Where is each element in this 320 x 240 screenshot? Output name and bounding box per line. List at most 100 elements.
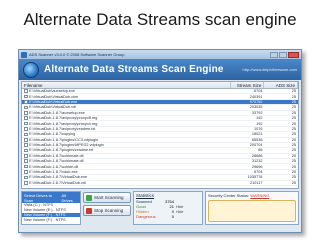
row-checkbox[interactable]: [24, 137, 28, 142]
stat-dangerous: Dangerous 0: [136, 214, 200, 219]
row-checkbox[interactable]: [24, 110, 28, 115]
row-checkbox[interactable]: [24, 143, 28, 147]
row-ads-size: 25: [291, 143, 296, 148]
row-filename-text: E:\VirtualDub-1.8.7\vdub.exe: [29, 170, 78, 175]
stat-dangerous-value: 0: [171, 214, 174, 219]
stop-icon: [86, 207, 92, 214]
col-stream-size[interactable]: Stream Size: [231, 82, 265, 88]
security-header: Security Center Status: WARNING: [208, 193, 296, 198]
row-checkbox[interactable]: [24, 175, 28, 180]
row-checkbox[interactable]: [24, 159, 28, 164]
stop-scanning-button[interactable]: Stop Scanning: [83, 205, 131, 216]
row-filename: E:\VirtualDub-1.8.7\aviproxy\readme.txt: [22, 127, 231, 131]
row-filename: E:\VirtualDub-1.8.7\aviproxy\proxyoff.re…: [22, 116, 231, 120]
statistics-panel: Statistics Scanned 3764 Good 21 Hide Hid…: [133, 191, 203, 225]
start-scanning-label: Start Scanning: [94, 195, 124, 200]
row-filename: E:\VirtualDub-1.8.7\uchkmate.dll: [22, 154, 231, 158]
row-checkbox[interactable]: [24, 94, 28, 99]
row-ads-size: 25: [291, 89, 296, 94]
row-checkbox[interactable]: [24, 105, 28, 110]
row-stream-size: 86: [258, 148, 263, 153]
row-filename: E:\VirtualDub\auxsetup.exe: [22, 89, 231, 93]
row-filename-text: E:\VirtualDub-1.8.7\uchkmate.dll: [29, 159, 84, 164]
table-row[interactable]: E:\VirtualDub-1.8.7\VirtualDub.vdi 210117…: [22, 180, 298, 187]
row-stream-size: 28686: [251, 153, 263, 158]
row-stream-size: 192: [256, 116, 263, 121]
row-checkbox[interactable]: [24, 132, 28, 137]
play-icon: [86, 194, 92, 201]
all-drives-link[interactable]: All Drives: [61, 193, 78, 203]
stop-scanning-label: Stop Scanning: [94, 208, 124, 213]
title-bar: ADS Scanner v3.0.0 © 2008 Software Scann…: [19, 50, 301, 59]
row-stream-size: 1035776: [247, 175, 263, 180]
statistics-header: Statistics: [136, 193, 155, 198]
row-ads-size: 25: [291, 153, 296, 158]
row-filename: E:\VirtualDub\VirtualDub.chm: [22, 95, 231, 99]
row-filename-text: E:\VirtualDub-1.8.7\aviproxy\readme.txt: [29, 126, 96, 131]
row-ads-size: 25: [291, 132, 296, 137]
row-checkbox[interactable]: [24, 100, 28, 104]
row-ads-size: 25: [291, 137, 296, 142]
row-filename-text: E:\VirtualDub\VirtualDub.vdi: [29, 105, 77, 110]
row-ads-size: 25: [291, 99, 296, 104]
start-scanning-button[interactable]: Start Scanning: [83, 192, 131, 203]
row-checkbox[interactable]: [24, 154, 28, 158]
row-filename: E:\VirtualDub-1.8.7\plugins\CC3.vdplugin: [22, 138, 231, 142]
stat-hidden-hide[interactable]: Hide: [176, 210, 183, 214]
col-ads-size[interactable]: ADS Size: [264, 82, 298, 88]
minimize-button[interactable]: [270, 51, 278, 58]
row-ads-size: 25: [291, 159, 296, 164]
security-info-box: [208, 200, 296, 222]
row-checkbox[interactable]: [24, 181, 28, 185]
results-table[interactable]: Filename Stream Size ADS Size E:\Virtual…: [21, 81, 299, 189]
row-filename-text: E:\VirtualDub-1.8.7\plugins\MPEG2.vdplug…: [29, 143, 104, 148]
row-filename-text: E:\VirtualDub\VirtualDub.chm: [29, 94, 79, 99]
row-ads-size: 25: [291, 116, 296, 121]
banner-title: Alternate Data Streams Scan Engine: [44, 64, 224, 75]
stat-good-hide[interactable]: Hide: [176, 205, 183, 209]
drive-item[interactable]: New Volume (F:) - NTFS: [22, 217, 80, 222]
row-filename-text: E:\VirtualDub-1.8.7\plugins\CC3.vdplugin: [29, 137, 99, 142]
maximize-button[interactable]: [279, 51, 287, 58]
slide-title: Alternate Data Streams scan engine: [23, 10, 297, 29]
row-filename: E:\VirtualDub-1.8.7\aviproxy\proxyon.reg: [22, 122, 231, 126]
row-checkbox[interactable]: [24, 121, 28, 126]
banner-url[interactable]: http://www.delphifreeware.com: [243, 67, 297, 72]
row-stream-size: 6704: [253, 170, 263, 175]
row-filename-text: E:\VirtualDub-1.8.7\uchktrl.dll: [29, 164, 79, 169]
row-filename: E:\VirtualDub-1.8.7\vdub.exe: [22, 170, 231, 174]
row-checkbox[interactable]: [24, 164, 28, 169]
row-ads-size: 25: [291, 126, 296, 131]
row-filename: E:\VirtualDub-1.8.7\VirtualDub.vdi: [22, 181, 231, 185]
app-window: ADS Scanner v3.0.0 © 2008 Software Scann…: [18, 49, 302, 233]
row-checkbox[interactable]: [24, 148, 28, 153]
row-filename-text: E:\VirtualDub-1.8.7\aviproxy\proxyon.reg: [29, 121, 98, 126]
row-filename: E:\VirtualDub-1.8.7\auxsetup.exe: [22, 111, 231, 115]
row-filename-text: E:\VirtualDub-1.8.7\copying: [29, 132, 76, 137]
bottom-panel: Select Drives to Scan All Drives Vista (…: [21, 191, 299, 225]
security-status-link[interactable]: WARNING: [250, 193, 269, 198]
col-filename[interactable]: Filename: [22, 82, 231, 88]
row-checkbox[interactable]: [24, 170, 28, 174]
row-ads-size: 25: [291, 121, 296, 126]
table-body: E:\VirtualDub\auxsetup.exe 6704 25 E:\Virtu…: [22, 89, 298, 187]
scan-buttons: Start Scanning Stop Scanning: [83, 191, 131, 225]
banner: Alternate Data Streams Scan Engine http:…: [19, 59, 301, 80]
row-stream-size: 970752: [249, 99, 263, 104]
drive-items: Vista (C:) - NTFS New Volume (E:) - NTFS N…: [22, 203, 80, 222]
row-checkbox[interactable]: [24, 89, 28, 93]
row-stream-size: 31232: [251, 159, 263, 164]
row-filename-text: E:\VirtualDub\VirtualDub.exe: [29, 99, 78, 104]
row-filename-text: E:\VirtualDub-1.8.7\uchkmate.dll: [29, 153, 84, 158]
close-button[interactable]: [288, 51, 299, 58]
row-filename: E:\VirtualDub\VirtualDub.exe: [22, 100, 231, 104]
row-filename: E:\VirtualDub-1.8.7\uchkmate.dll: [22, 159, 231, 163]
row-checkbox[interactable]: [24, 116, 28, 120]
row-stream-size: 210117: [250, 180, 263, 185]
row-stream-size: 65536: [251, 137, 263, 142]
row-stream-size: 240391: [249, 94, 263, 99]
row-checkbox[interactable]: [24, 127, 28, 131]
table-header: Filename Stream Size ADS Size: [22, 82, 298, 89]
row-ads-size: 25: [291, 164, 296, 169]
row-ads-size: 25: [291, 94, 296, 99]
